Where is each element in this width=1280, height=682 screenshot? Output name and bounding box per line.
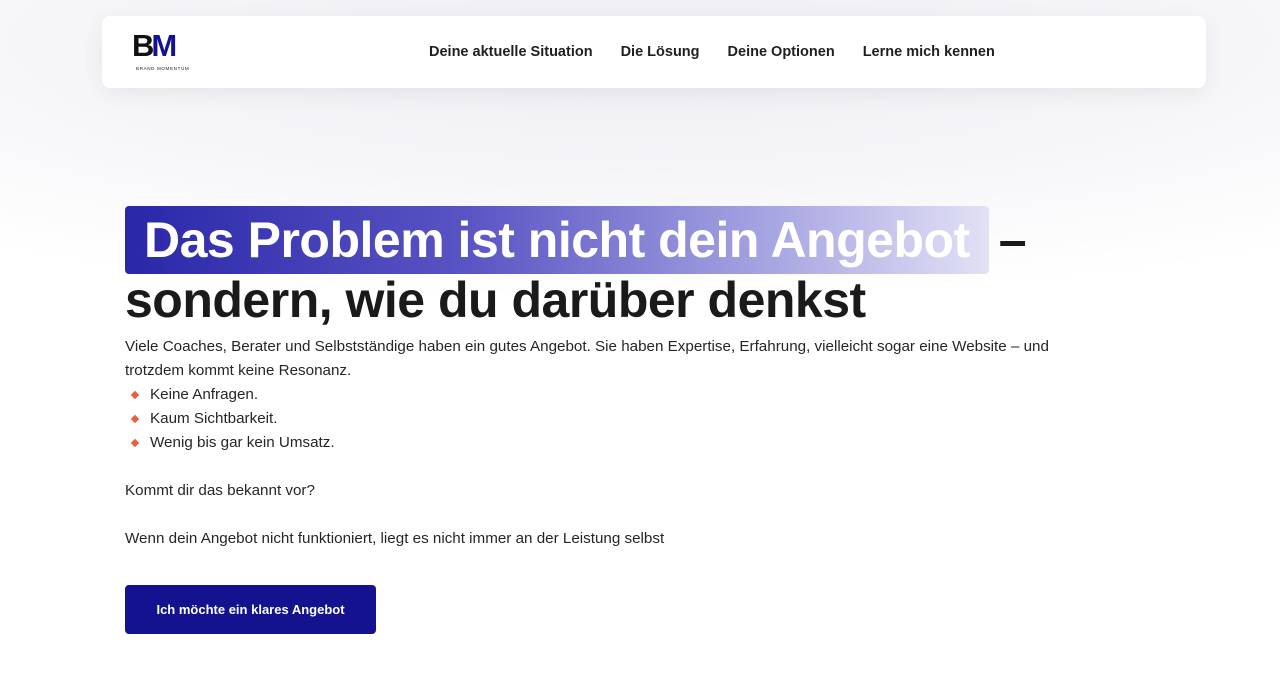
list-item: Kaum Sichtbarkeit. xyxy=(125,407,1085,431)
list-item-text: Kaum Sichtbarkeit. xyxy=(150,410,278,427)
list-item-text: Wenig bis gar kein Umsatz. xyxy=(150,434,335,451)
logo-letter-m: M xyxy=(151,28,177,63)
diamond-bullet-icon xyxy=(130,414,140,424)
logo-mark: BM xyxy=(132,28,177,63)
headline-dash: – xyxy=(998,211,1027,268)
page: BM BRAND MOMENTUM Deine aktuelle Situati… xyxy=(0,0,1280,682)
list-item: Keine Anfragen. xyxy=(125,383,1085,407)
headline-highlight: Das Problem ist nicht dein Angebot xyxy=(125,205,989,274)
navbar: BM BRAND MOMENTUM Deine aktuelle Situati… xyxy=(102,16,1206,88)
hero-headline: Das Problem ist nicht dein Angebot – sond… xyxy=(125,205,1125,332)
brand-logo[interactable]: BM BRAND MOMENTUM xyxy=(132,29,196,75)
cta-button[interactable]: Ich möchte ein klares Angebot xyxy=(125,585,376,634)
main-nav: Deine aktuelle Situation Die Lösung Dein… xyxy=(429,16,995,88)
nav-item-kennenlernen[interactable]: Lerne mich kennen xyxy=(863,44,995,60)
intro-paragraph: Viele Coaches, Berater und Selbstständig… xyxy=(125,338,1049,379)
headline-line-2: sondern, wie du darüber denkst xyxy=(125,271,866,328)
logo-letter-b: B xyxy=(132,28,154,63)
diamond-bullet-icon xyxy=(130,438,140,448)
hero-body: Viele Coaches, Berater und Selbstständig… xyxy=(125,335,1085,551)
nav-item-situation[interactable]: Deine aktuelle Situation xyxy=(429,44,593,60)
diamond-bullet-icon xyxy=(130,390,140,400)
pain-point-list: Keine Anfragen. Kaum Sichtbarkeit. Wenig… xyxy=(125,383,1085,455)
list-item-text: Keine Anfragen. xyxy=(150,386,259,403)
nav-item-loesung[interactable]: Die Lösung xyxy=(621,44,700,60)
list-item: Wenig bis gar kein Umsatz. xyxy=(125,431,1085,455)
question-text: Kommt dir das bekannt vor? xyxy=(125,482,315,499)
logo-subtitle: BRAND MOMENTUM xyxy=(136,66,190,71)
statement-text: Wenn dein Angebot nicht funktioniert, li… xyxy=(125,530,665,547)
nav-item-optionen[interactable]: Deine Optionen xyxy=(728,44,835,60)
